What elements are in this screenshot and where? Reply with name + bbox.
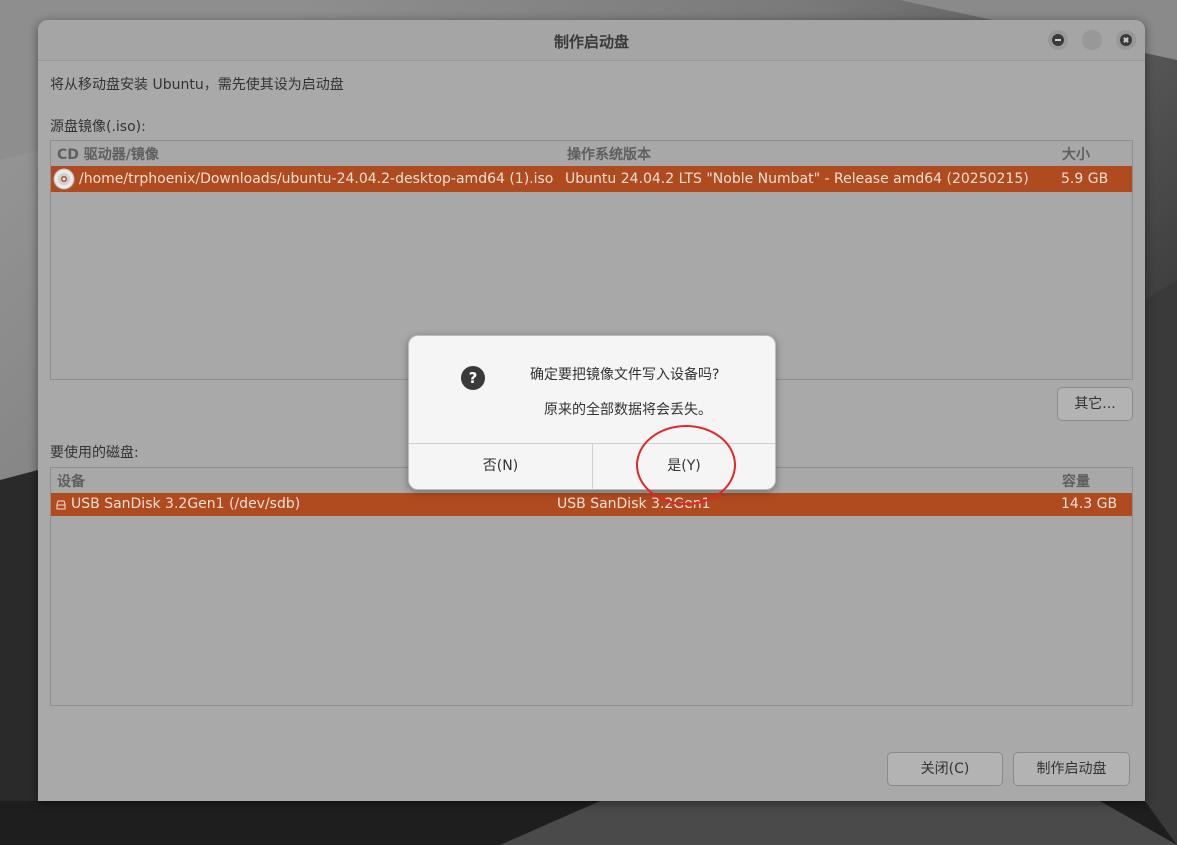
usb-drive-icon: [56, 500, 66, 510]
maximize-button[interactable]: [1082, 30, 1102, 50]
close-window-button[interactable]: [1116, 30, 1136, 50]
dialog-message: 确定要把镜像文件写入设备吗?: [530, 367, 720, 383]
window-title: 制作启动盘: [553, 33, 629, 51]
cd-disc-icon: [53, 168, 75, 190]
intro-text: 将从移动盘安装 Ubuntu，需先使其设为启动盘: [50, 77, 344, 93]
table-row[interactable]: /home/trphoenix/Downloads/ubuntu-24.04.2…: [51, 166, 1132, 192]
disk-list[interactable]: 设备 容量 USB SanDisk 3.2Gen1 (/dev/sdb) USB…: [50, 467, 1133, 706]
no-button[interactable]: 否(N): [409, 444, 592, 489]
title-bar[interactable]: 制作启动盘: [38, 20, 1145, 61]
column-header-image[interactable]: CD 驱动器/镜像: [57, 144, 159, 164]
row-os-version: Ubuntu 24.04.2 LTS "Noble Numbat" - Rele…: [565, 171, 1029, 187]
minimize-icon-bar: [1055, 39, 1061, 41]
column-header-device[interactable]: 设备: [57, 471, 85, 491]
table-row[interactable]: USB SanDisk 3.2Gen1 (/dev/sdb) USB SanDi…: [51, 493, 1132, 516]
column-header-size[interactable]: 大小: [1062, 144, 1090, 164]
make-startup-disk-button[interactable]: 制作启动盘: [1013, 752, 1130, 786]
row-image-path: /home/trphoenix/Downloads/ubuntu-24.04.2…: [79, 171, 554, 187]
row-device: USB SanDisk 3.2Gen1 (/dev/sdb): [71, 496, 301, 512]
column-header-capacity[interactable]: 容量: [1062, 471, 1090, 491]
other-button[interactable]: 其它...: [1057, 387, 1133, 421]
row-size: 5.9 GB: [1061, 171, 1109, 187]
minimize-button[interactable]: [1048, 30, 1068, 50]
row-capacity: 14.3 GB: [1061, 496, 1118, 512]
dialog-warning: 原来的全部数据将会丢失。: [544, 402, 712, 418]
close-button[interactable]: 关闭(C): [887, 752, 1003, 786]
column-header-version[interactable]: 操作系统版本: [567, 144, 651, 164]
disk-label: 要使用的磁盘:: [50, 445, 139, 461]
red-annotation-circle: [636, 425, 736, 505]
source-image-label: 源盘镜像(.iso):: [50, 119, 146, 135]
question-icon: ?: [461, 366, 485, 390]
